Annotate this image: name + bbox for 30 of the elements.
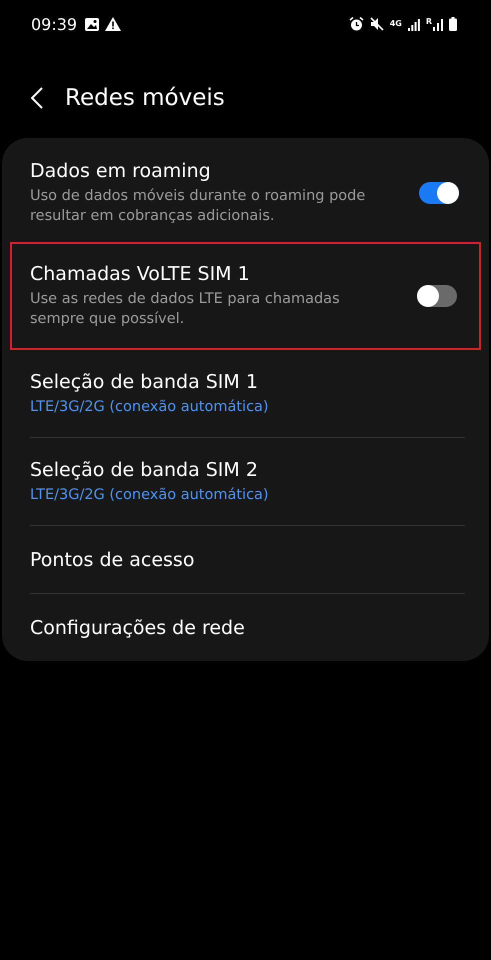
roaming-indicator: R [426, 16, 432, 26]
setting-title: Pontos de acesso [30, 548, 196, 570]
setting-row[interactable]: Seleção de banda SIM 1 LTE/3G/2G (conexão automática) [2, 350, 489, 437]
signal-icon [433, 18, 443, 30]
setting-title: Chamadas VoLTE SIM 1 [30, 263, 251, 285]
setting-summary: Uso de dados móveis durante o roaming pode resultar em cobranças adicionais. [30, 187, 366, 226]
setting-row[interactable]: Dados em roaming Uso de dados móveis durante o roaming pode resultar em cobranças adicionais. [2, 144, 489, 242]
network-type: 4G [390, 20, 402, 28]
page-title: Redes móveis [65, 85, 225, 111]
image-icon [85, 18, 100, 30]
alarm-icon [348, 17, 364, 31]
back-icon[interactable] [31, 87, 43, 109]
toggle-switch[interactable] [419, 182, 459, 204]
setting-summary: LTE/3G/2G (conexão automática) [30, 398, 270, 416]
setting-summary: Use as redes de dados LTE para chamadas sempre que possível. [30, 290, 341, 329]
status-time: 09:39 [31, 14, 78, 34]
highlighted-setting-row[interactable]: Chamadas VoLTE SIM 1 Use as redes de dados LTE para chamadas sempre que possível. [10, 242, 481, 350]
signal-icon [408, 18, 420, 30]
battery-icon [449, 17, 457, 31]
warning-icon [105, 17, 122, 31]
setting-row[interactable]: Seleção de banda SIM 2 LTE/3G/2G (conexão automática) [2, 438, 489, 525]
setting-row[interactable]: Configurações de rede [2, 594, 489, 661]
setting-title: Dados em roaming [30, 160, 212, 182]
toggle-switch[interactable] [417, 285, 457, 307]
setting-title: Seleção de banda SIM 1 [30, 370, 259, 392]
setting-title: Configurações de rede [30, 616, 246, 638]
setting-summary: LTE/3G/2G (conexão automática) [30, 486, 270, 504]
mute-icon [370, 17, 384, 31]
setting-row[interactable]: Pontos de acesso [2, 526, 489, 593]
setting-title: Seleção de banda SIM 2 [30, 458, 259, 480]
